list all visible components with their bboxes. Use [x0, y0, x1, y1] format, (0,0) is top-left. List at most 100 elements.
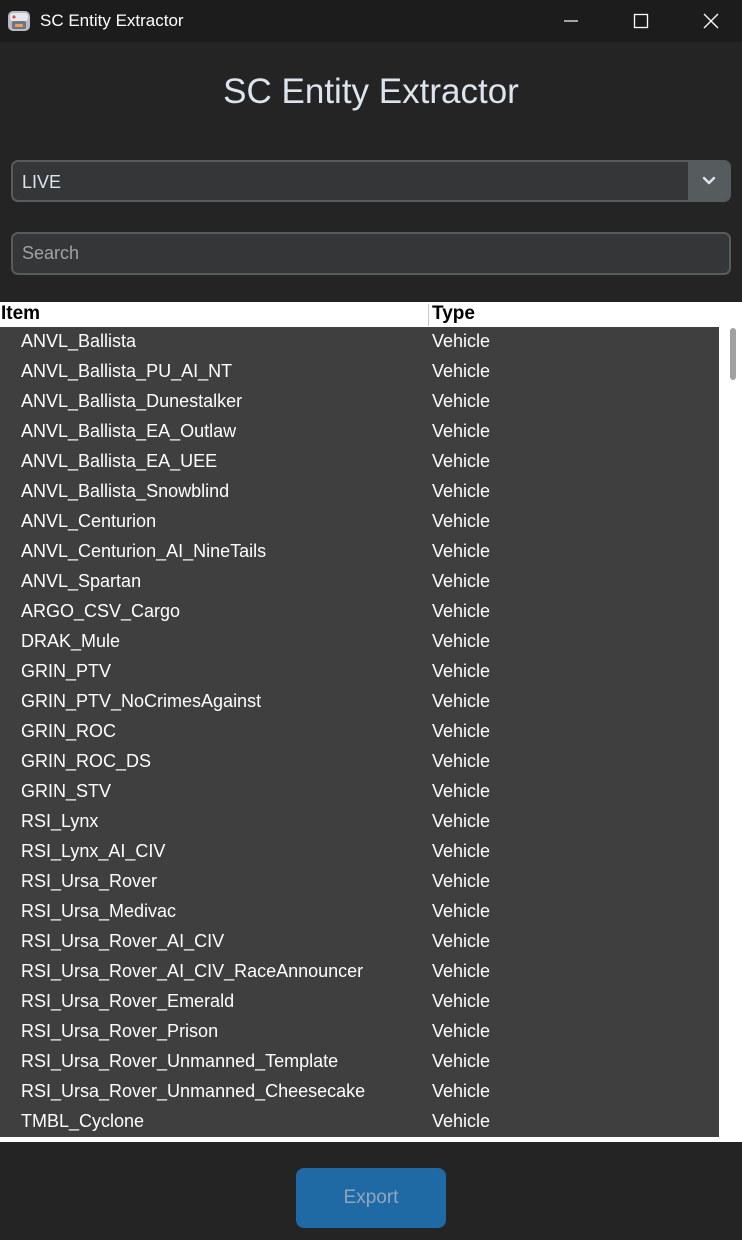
- table-row[interactable]: RSI_Ursa_Medivac Vehicle: [0, 897, 719, 927]
- export-button[interactable]: Export: [296, 1168, 446, 1228]
- table-row[interactable]: ANVL_Ballista_PU_AI_NT Vehicle: [0, 357, 719, 387]
- cell-item: ANVL_Centurion_AI_NineTails: [21, 541, 267, 561]
- table-row[interactable]: RSI_Ursa_Rover_Unmanned_Template Vehicle: [0, 1047, 719, 1077]
- maximize-button[interactable]: [618, 0, 664, 42]
- table-row[interactable]: ANVL_Ballista_Snowblind Vehicle: [0, 477, 719, 507]
- cell-type: Vehicle: [432, 361, 491, 381]
- cell-item: ANVL_Ballista_Dunestalker: [21, 391, 243, 411]
- table-row[interactable]: ANVL_Centurion Vehicle: [0, 507, 719, 537]
- table-row[interactable]: GRIN_ROC Vehicle: [0, 717, 719, 747]
- cell-type: Vehicle: [432, 331, 491, 351]
- cell-item: ANVL_Ballista_EA_Outlaw: [21, 421, 237, 441]
- cell-type: Vehicle: [432, 451, 491, 471]
- cell-item: ANVL_Ballista: [21, 331, 137, 351]
- cell-item: RSI_Ursa_Rover_AI_CIV_RaceAnnouncer: [21, 961, 364, 981]
- cell-type: Vehicle: [432, 391, 491, 411]
- table-row[interactable]: ANVL_Centurion_AI_NineTails Vehicle: [0, 537, 719, 567]
- cell-type: Vehicle: [432, 661, 491, 681]
- cell-type: Vehicle: [432, 991, 491, 1011]
- dropdown-arrow-button[interactable]: [688, 162, 729, 200]
- app-icon: [8, 11, 30, 31]
- table-header: Item Type: [0, 302, 719, 327]
- cell-item: RSI_Lynx_AI_CIV: [21, 841, 166, 861]
- column-header-type[interactable]: Type: [432, 303, 475, 325]
- entity-table: Item Type ANVL_Ballista Vehicle ANVL_Balli…: [0, 302, 742, 1142]
- table-border: [0, 1137, 719, 1142]
- table-row[interactable]: GRIN_STV Vehicle: [0, 777, 719, 807]
- column-header-item[interactable]: Item: [1, 303, 40, 325]
- table-row[interactable]: ARGO_CSV_Cargo Vehicle: [0, 597, 719, 627]
- table-row[interactable]: ANVL_Ballista_EA_UEE Vehicle: [0, 447, 719, 477]
- cell-item: ARGO_CSV_Cargo: [21, 601, 181, 621]
- close-button[interactable]: [688, 0, 734, 42]
- cell-type: Vehicle: [432, 571, 491, 591]
- cell-type: Vehicle: [432, 721, 491, 741]
- cell-type: Vehicle: [432, 1051, 491, 1071]
- table-row[interactable]: ANVL_Spartan Vehicle: [0, 567, 719, 597]
- table-body: ANVL_Ballista Vehicle ANVL_Ballista_PU_AI_…: [0, 327, 719, 1137]
- table-row[interactable]: RSI_Ursa_Rover_AI_CIV_RaceAnnouncer Vehic…: [0, 957, 719, 987]
- cell-item: GRIN_STV: [21, 781, 112, 801]
- table-row[interactable]: ANVL_Ballista_EA_Outlaw Vehicle: [0, 417, 719, 447]
- cell-type: Vehicle: [432, 841, 491, 861]
- cell-type: Vehicle: [432, 631, 491, 651]
- cell-type: Vehicle: [432, 421, 491, 441]
- cell-item: ANVL_Ballista_Snowblind: [21, 481, 230, 501]
- table-row[interactable]: DRAK_Mule Vehicle: [0, 627, 719, 657]
- dropdown-selected-value: LIVE: [22, 172, 62, 192]
- cell-type: Vehicle: [432, 1021, 491, 1041]
- cell-item: GRIN_ROC_DS: [21, 751, 152, 771]
- table-row[interactable]: RSI_Ursa_Rover Vehicle: [0, 867, 719, 897]
- cell-type: Vehicle: [432, 541, 491, 561]
- cell-item: GRIN_PTV: [21, 661, 112, 681]
- cell-item: DRAK_Mule: [21, 631, 121, 651]
- column-divider[interactable]: [428, 304, 429, 326]
- cell-item: ANVL_Centurion: [21, 511, 157, 531]
- cell-item: RSI_Ursa_Rover_AI_CIV: [21, 931, 225, 951]
- cell-type: Vehicle: [432, 781, 491, 801]
- scrollbar-thumb[interactable]: [730, 328, 736, 380]
- cell-type: Vehicle: [432, 511, 491, 531]
- table-row[interactable]: TMBL_Cyclone Vehicle: [0, 1107, 719, 1137]
- environment-dropdown[interactable]: LIVE: [11, 160, 731, 202]
- table-row[interactable]: ANVL_Ballista_Dunestalker Vehicle: [0, 387, 719, 417]
- cell-type: Vehicle: [432, 1081, 491, 1101]
- table-row[interactable]: ANVL_Ballista Vehicle: [0, 327, 719, 357]
- search-input[interactable]: [11, 232, 731, 275]
- table-row[interactable]: GRIN_PTV Vehicle: [0, 657, 719, 687]
- cell-item: ANVL_Spartan: [21, 571, 142, 591]
- table-row[interactable]: RSI_Lynx Vehicle: [0, 807, 719, 837]
- cell-item: RSI_Ursa_Rover_Emerald: [21, 991, 235, 1011]
- cell-type: Vehicle: [432, 481, 491, 501]
- table-row[interactable]: RSI_Ursa_Rover_Prison Vehicle: [0, 1017, 719, 1047]
- minimize-button[interactable]: [548, 0, 594, 42]
- cell-item: TMBL_Cyclone: [21, 1111, 145, 1131]
- chevron-down-icon: [702, 176, 715, 185]
- cell-item: RSI_Ursa_Rover: [21, 871, 158, 891]
- cell-type: Vehicle: [432, 1111, 491, 1131]
- cell-item: ANVL_Ballista_EA_UEE: [21, 451, 218, 471]
- table-row[interactable]: RSI_Ursa_Rover_Emerald Vehicle: [0, 987, 719, 1017]
- cell-item: RSI_Ursa_Rover_Prison: [21, 1021, 219, 1041]
- cell-type: Vehicle: [432, 691, 491, 711]
- app-heading: SC Entity Extractor: [223, 72, 519, 111]
- cell-type: Vehicle: [432, 961, 491, 981]
- cell-type: Vehicle: [432, 901, 491, 921]
- table-row[interactable]: RSI_Ursa_Rover_AI_CIV Vehicle: [0, 927, 719, 957]
- cell-type: Vehicle: [432, 871, 491, 891]
- cell-type: Vehicle: [432, 751, 491, 771]
- cell-item: GRIN_PTV_NoCrimesAgainst: [21, 691, 262, 711]
- cell-type: Vehicle: [432, 931, 491, 951]
- scrollbar-track[interactable]: [719, 302, 742, 1142]
- table-row[interactable]: RSI_Lynx_AI_CIV Vehicle: [0, 837, 719, 867]
- cell-item: RSI_Lynx: [21, 811, 99, 831]
- cell-item: ANVL_Ballista_PU_AI_NT: [21, 361, 233, 381]
- title-bar: SC Entity Extractor: [0, 0, 742, 42]
- cell-type: Vehicle: [432, 601, 491, 621]
- table-row[interactable]: GRIN_PTV_NoCrimesAgainst Vehicle: [0, 687, 719, 717]
- table-row[interactable]: GRIN_ROC_DS Vehicle: [0, 747, 719, 777]
- table-row[interactable]: RSI_Ursa_Rover_Unmanned_Cheesecake Vehicl…: [0, 1077, 719, 1107]
- cell-item: RSI_Ursa_Rover_Unmanned_Cheesecake: [21, 1081, 366, 1101]
- maximize-icon: [633, 13, 649, 29]
- cell-type: Vehicle: [432, 811, 491, 831]
